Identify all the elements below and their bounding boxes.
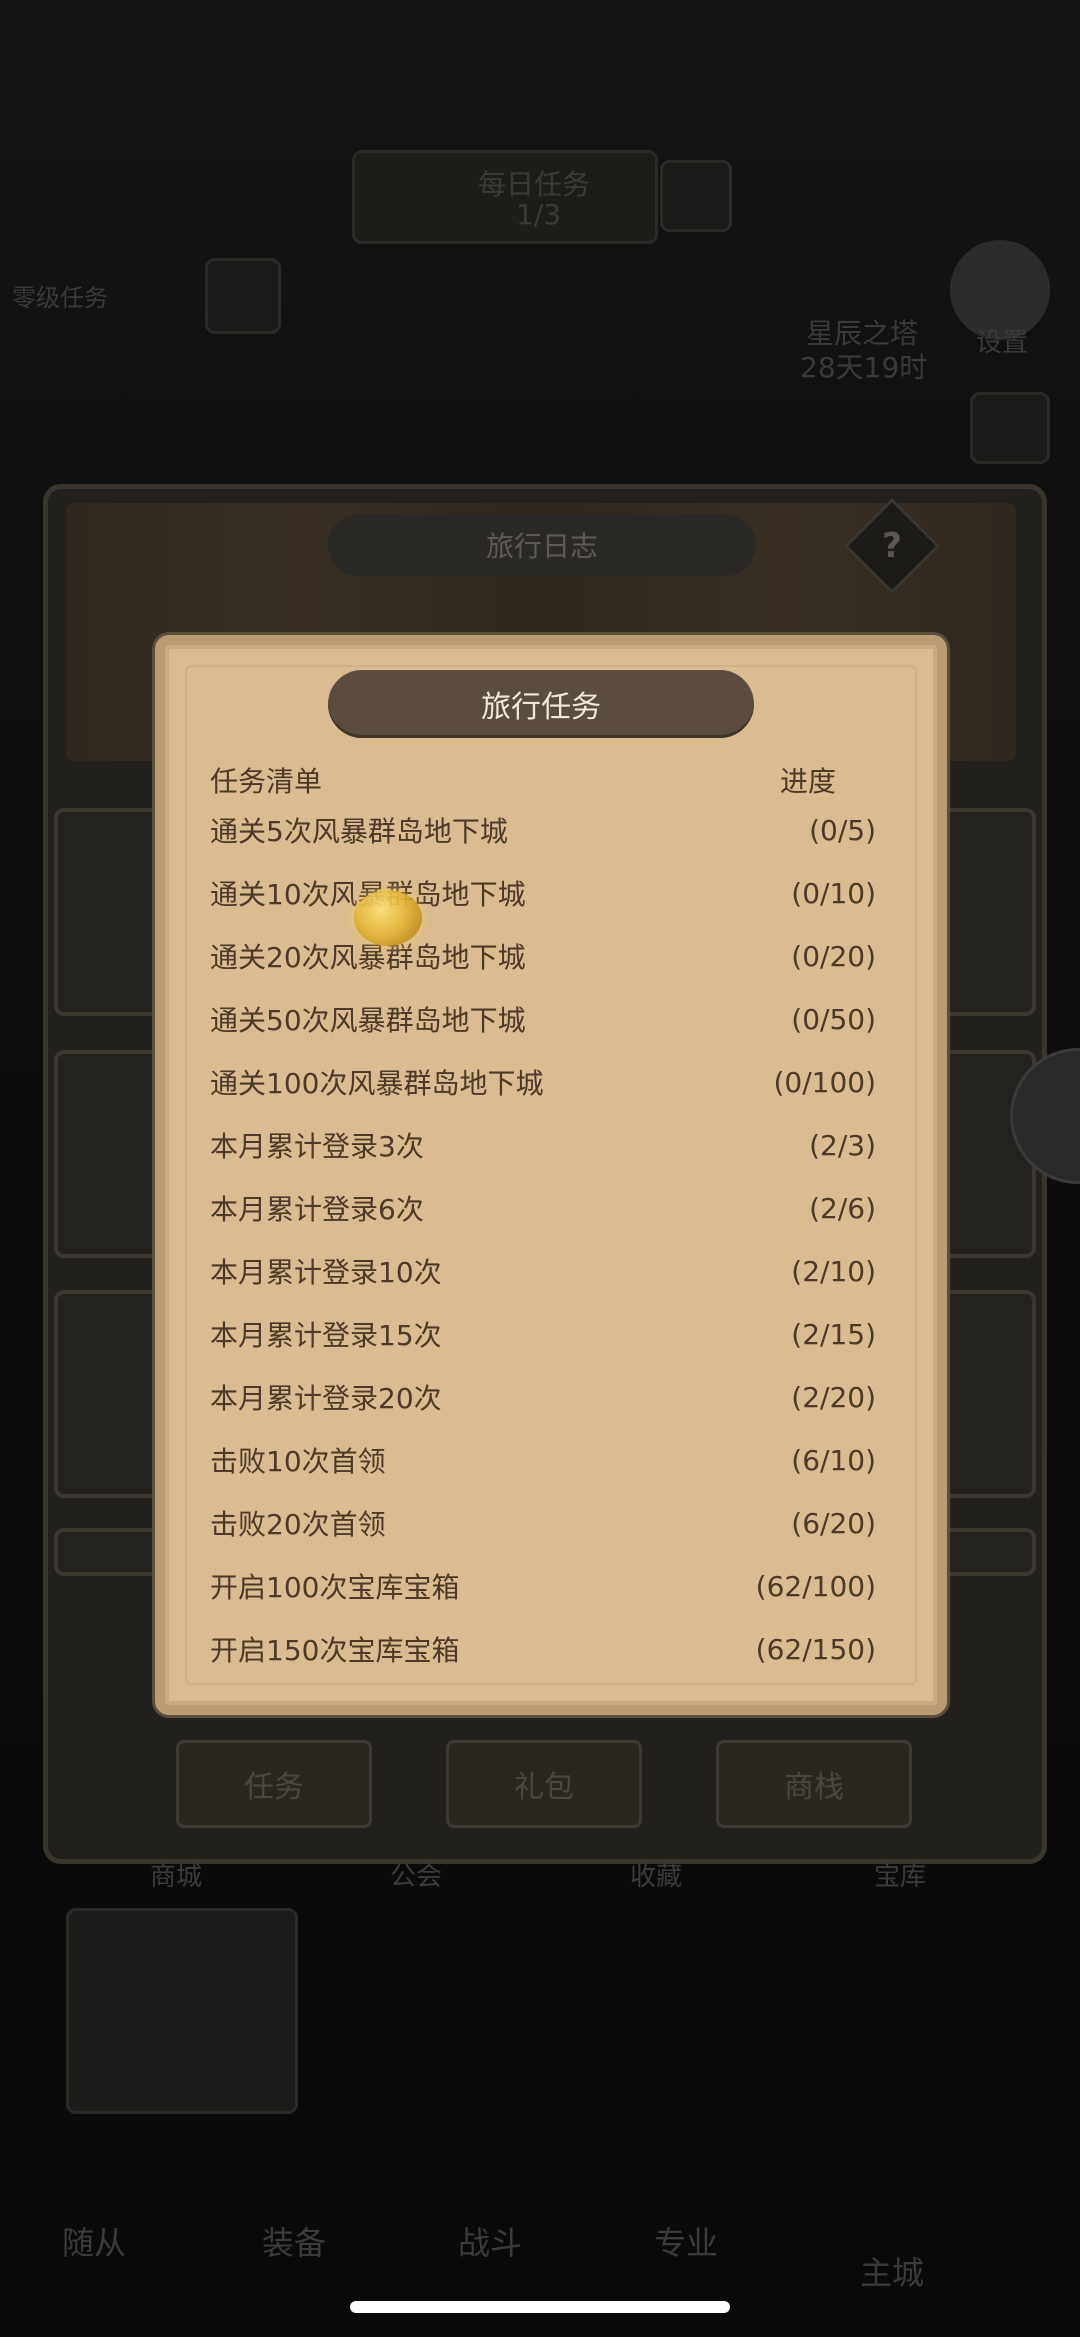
task-progress: (2/20) bbox=[791, 1380, 876, 1414]
left-label: 零级任务 bbox=[12, 284, 108, 312]
task-progress: (0/10) bbox=[791, 876, 876, 910]
dragon-icon[interactable] bbox=[66, 1908, 298, 2114]
subtab-guild[interactable]: 公会 bbox=[390, 1856, 442, 1893]
task-row: 击败10次首领 (6/10) bbox=[210, 1438, 876, 1482]
task-name: 本月累计登录20次 bbox=[210, 1382, 442, 1415]
task-progress: (6/10) bbox=[791, 1443, 876, 1477]
nav-equipment[interactable]: 装备 bbox=[262, 2218, 326, 2264]
dialog-title: 旅行任务 bbox=[328, 670, 754, 738]
settings-label: 设置 bbox=[976, 328, 1029, 358]
task-row: 通关10次风暴群岛地下城(0/10) bbox=[210, 871, 876, 915]
tab-task[interactable]: 任务 bbox=[176, 1740, 372, 1828]
task-row: 本月累计登录3次 (2/3) bbox=[210, 1123, 876, 1167]
task-progress: (0/100) bbox=[773, 1065, 876, 1099]
task-progress: (2/10) bbox=[791, 1254, 876, 1288]
nav-followers[interactable]: 随从 bbox=[62, 2218, 126, 2264]
tab-gift[interactable]: 礼包 bbox=[446, 1740, 642, 1828]
mail-icon[interactable] bbox=[970, 392, 1050, 464]
task-row: 通关50次风暴群岛地下城 (0/50) bbox=[210, 997, 876, 1041]
task-row: 本月累计登录10次 (2/10) bbox=[210, 1249, 876, 1293]
gold-coin-icon bbox=[354, 890, 422, 946]
task-progress: (0/5) bbox=[809, 813, 876, 847]
swap-arrow-icon[interactable] bbox=[660, 160, 732, 232]
nav-profession[interactable]: 专业 bbox=[654, 2218, 718, 2264]
task-name: 通关50次风暴群岛地下城 bbox=[210, 1004, 526, 1037]
task-progress: (0/50) bbox=[791, 1002, 876, 1036]
task-row: 开启150次宝库宝箱 (62/150) bbox=[210, 1627, 876, 1671]
nav-main-city[interactable]: 主城 bbox=[860, 2248, 924, 2294]
task-name: 开启100次宝库宝箱 bbox=[210, 1571, 460, 1604]
task-progress: (6/20) bbox=[791, 1506, 876, 1540]
task-name: 通关100次风暴群岛地下城 bbox=[210, 1067, 544, 1100]
task-row: 本月累计登录20次 (2/20) bbox=[210, 1375, 876, 1419]
task-progress: (2/6) bbox=[809, 1191, 876, 1225]
task-name: 本月累计登录3次 bbox=[210, 1130, 424, 1163]
help-icon: ? bbox=[882, 526, 902, 566]
task-row: 本月累计登录6次 (2/6) bbox=[210, 1186, 876, 1230]
event-timer: 28天19时 bbox=[800, 351, 928, 384]
nav-battle[interactable]: 战斗 bbox=[458, 2218, 522, 2264]
task-row: 通关20次风暴群岛地下城 (0/20) bbox=[210, 934, 876, 978]
task-progress: (62/150) bbox=[755, 1632, 876, 1666]
task-progress: (2/15) bbox=[791, 1317, 876, 1351]
task-row: 通关100次风暴群岛地下城 (0/100) bbox=[210, 1060, 876, 1104]
task-progress: (62/100) bbox=[755, 1569, 876, 1603]
subtab-collection[interactable]: 收藏 bbox=[630, 1856, 682, 1893]
avatar-slot[interactable] bbox=[205, 258, 281, 334]
task-row: 击败20次首领 (6/20) bbox=[210, 1501, 876, 1545]
task-name: 本月累计登录6次 bbox=[210, 1193, 424, 1226]
task-row: 开启100次宝库宝箱 (62/100) bbox=[210, 1564, 876, 1608]
progress-header: 进度 bbox=[780, 765, 837, 798]
subtab-treasury[interactable]: 宝库 bbox=[874, 1856, 926, 1893]
task-list-header: 任务清单 bbox=[210, 765, 323, 798]
travel-log-title: 旅行日志 bbox=[328, 514, 756, 576]
task-name: 击败20次首领 bbox=[210, 1508, 386, 1541]
task-name: 通关5次风暴群岛地下城 bbox=[210, 815, 508, 848]
task-name: 开启150次宝库宝箱 bbox=[210, 1634, 460, 1667]
task-name: 本月累计登录10次 bbox=[210, 1256, 442, 1289]
task-progress: (2/3) bbox=[809, 1128, 876, 1162]
task-name: 本月累计登录15次 bbox=[210, 1319, 442, 1352]
task-row: 通关5次风暴群岛地下城 (0/5) bbox=[210, 808, 876, 852]
daily-task-count: 1/3 bbox=[516, 198, 562, 231]
subtab-mall[interactable]: 商城 bbox=[150, 1856, 202, 1893]
task-row: 本月累计登录15次 (2/15) bbox=[210, 1312, 876, 1356]
home-indicator[interactable] bbox=[350, 2301, 730, 2313]
task-name: 通关20次风暴群岛地下城 bbox=[210, 941, 526, 974]
tab-shop[interactable]: 商栈 bbox=[716, 1740, 912, 1828]
task-progress: (0/20) bbox=[791, 939, 876, 973]
daily-task-title: 每日任务 bbox=[478, 168, 591, 201]
task-name: 击败10次首领 bbox=[210, 1445, 386, 1478]
